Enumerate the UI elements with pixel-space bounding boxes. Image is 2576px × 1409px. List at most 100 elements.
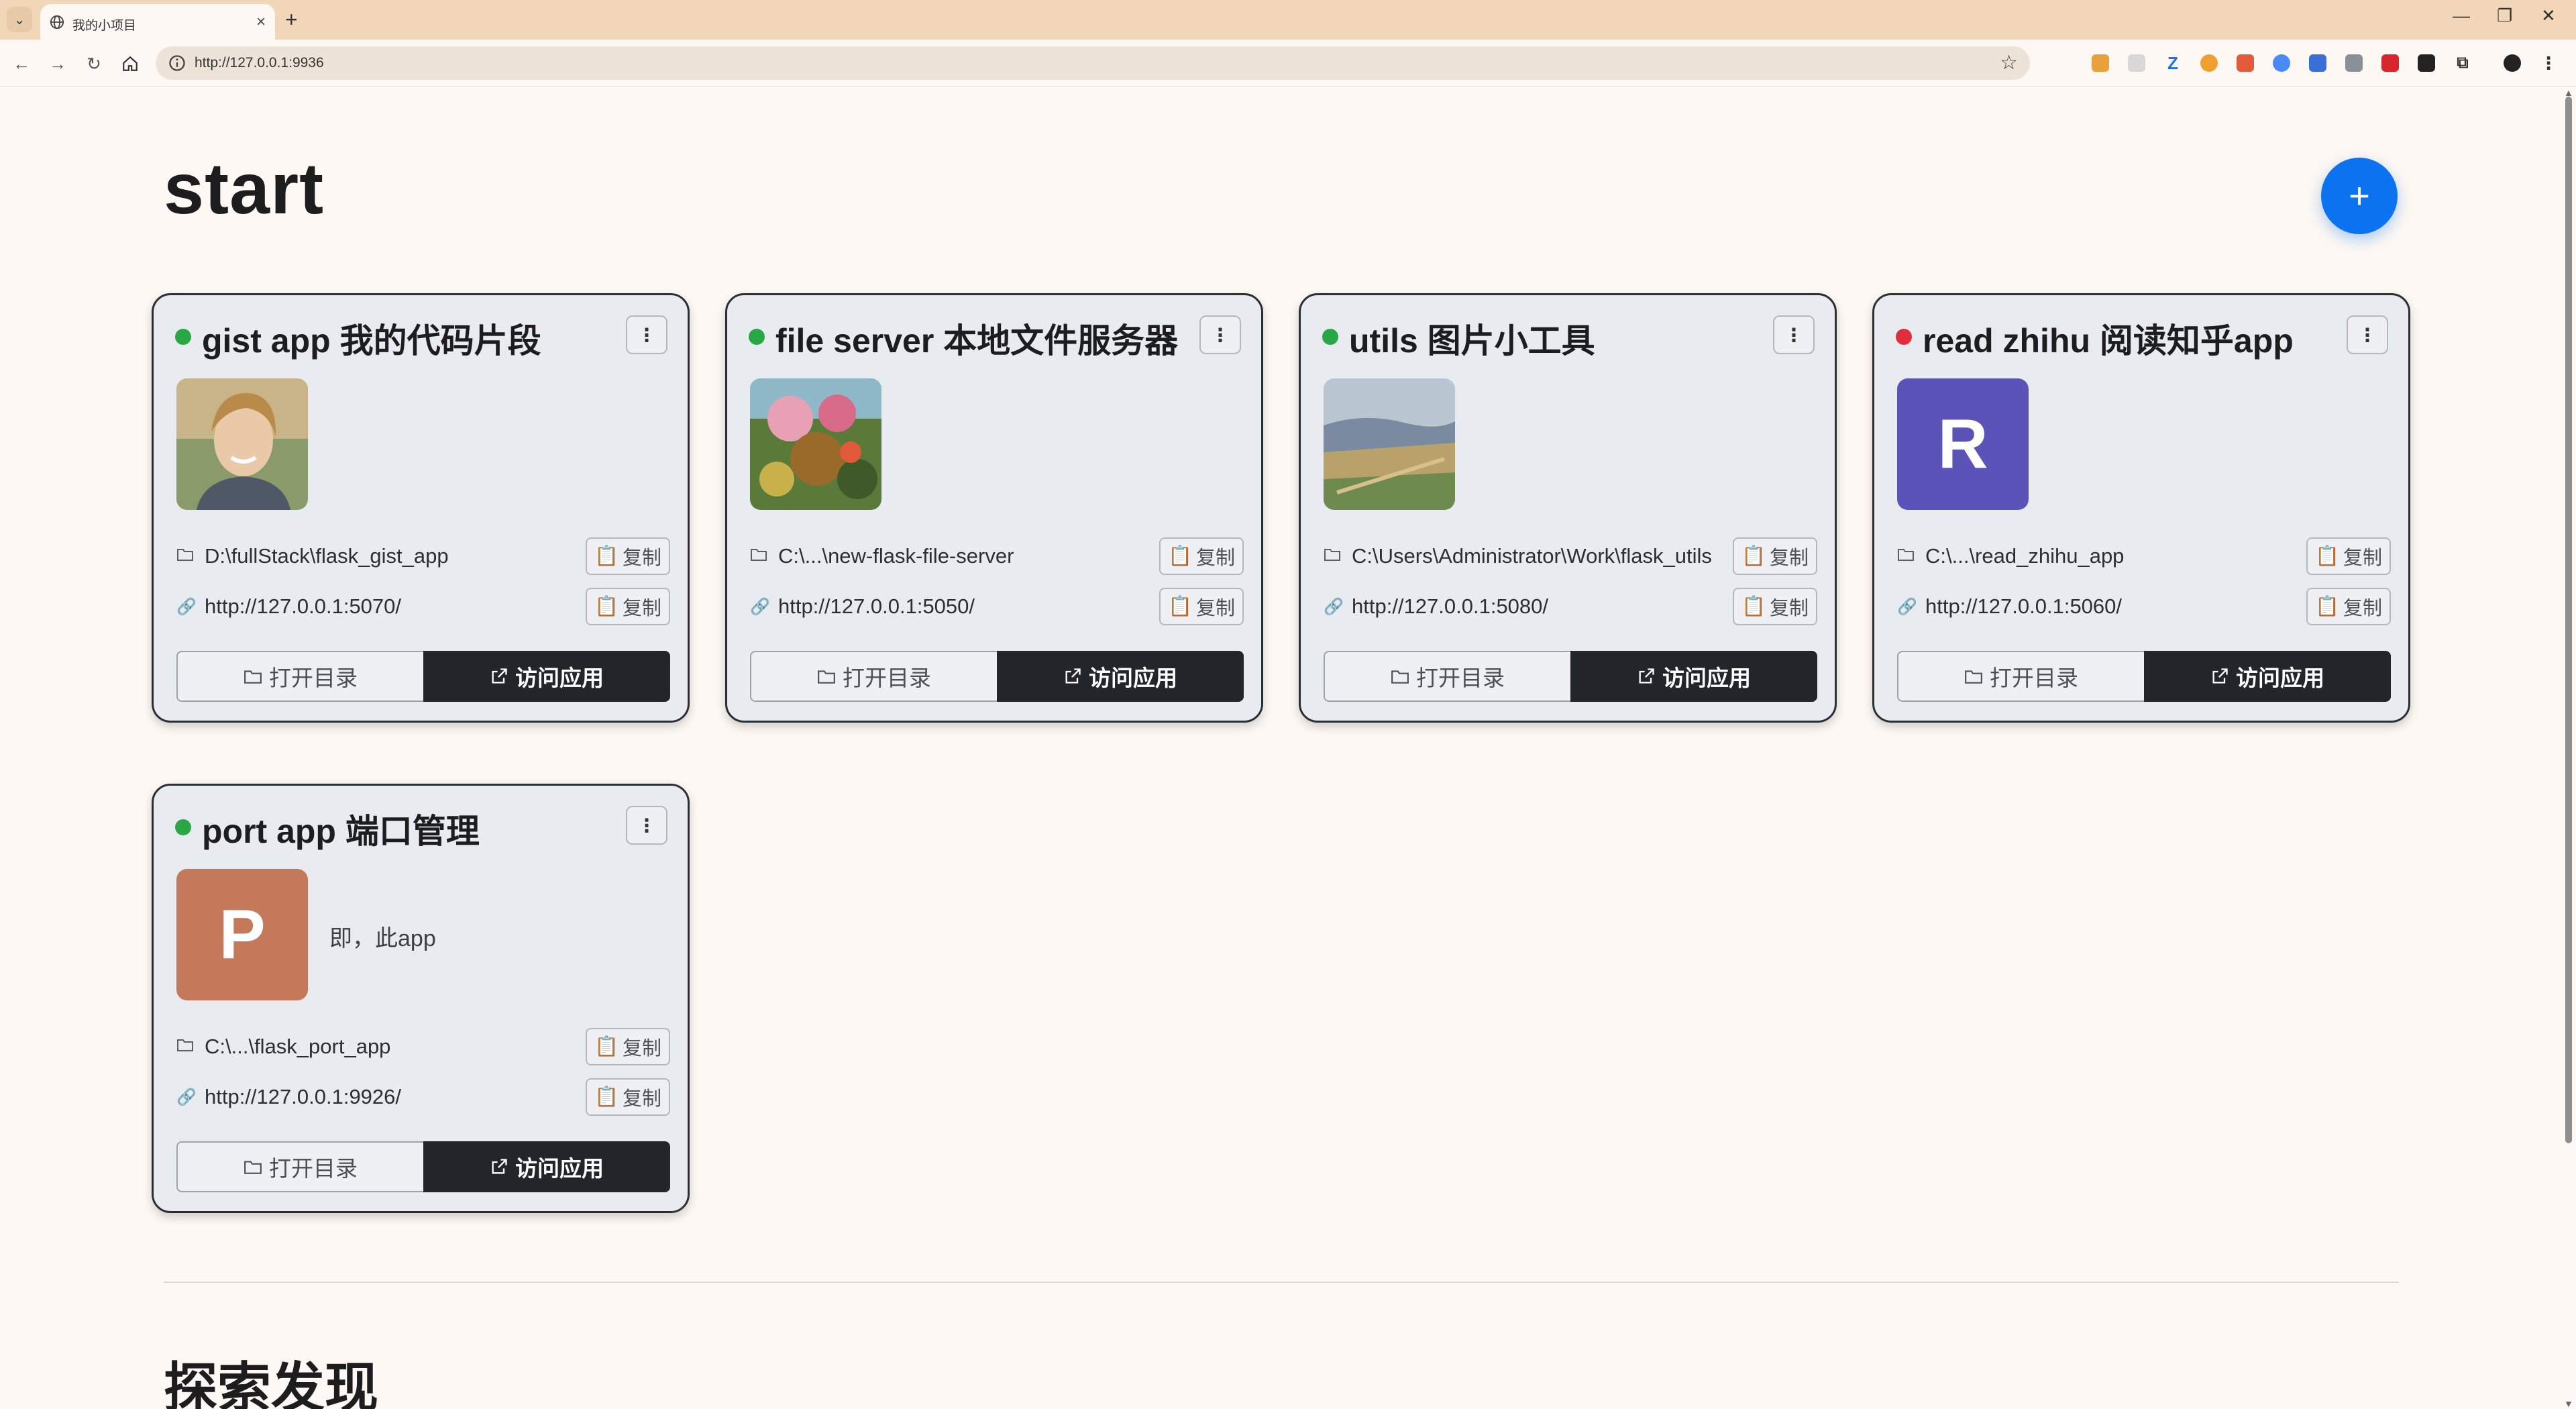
more-vertical-icon: ⋮ <box>2358 324 2377 346</box>
card-menu-button[interactable]: ⋮ <box>1199 315 1241 354</box>
visit-app-button[interactable]: 访问应用 <box>423 1141 670 1192</box>
copy-url-button[interactable]: 📋 复制 <box>586 588 670 625</box>
copy-path-button[interactable]: 📋 复制 <box>1733 537 1817 575</box>
visit-app-button[interactable]: 访问应用 <box>2144 651 2391 702</box>
copy-url-button[interactable]: 📋 复制 <box>2306 588 2391 625</box>
clipboard-icon: 📋 <box>2314 596 2340 617</box>
tab-close-icon[interactable]: × <box>256 13 266 32</box>
url-row: 🔗 http://127.0.0.1:9926/ 📋 复制 <box>176 1078 670 1116</box>
site-info-icon[interactable] <box>168 54 186 72</box>
section-title: 探索发现 <box>164 1358 378 1409</box>
browser-tab-bar: ⌄ 我的小项目 × + — ❐ ✕ <box>0 0 2576 40</box>
clipboard-icon: 📋 <box>594 1036 619 1057</box>
browser-tab[interactable]: 我的小项目 × <box>40 4 275 40</box>
scrollbar-thumb[interactable] <box>2565 97 2572 1143</box>
open-directory-button[interactable]: 打开目录 <box>176 651 423 702</box>
open-directory-button[interactable]: 打开目录 <box>176 1141 423 1192</box>
copy-path-button[interactable]: 📋 复制 <box>586 537 670 575</box>
extension-icon[interactable] <box>2128 54 2145 72</box>
copy-label: 复制 <box>1770 598 1809 619</box>
page-scrollbar[interactable]: ▲ ▼ <box>2561 87 2576 1409</box>
clipboard-icon: 📋 <box>594 596 619 617</box>
more-vertical-icon: ⋮ <box>637 324 656 346</box>
copy-path-button[interactable]: 📋 复制 <box>2306 537 2391 575</box>
app-title: port app 端口管理 <box>202 813 480 850</box>
copy-path-button[interactable]: 📋 复制 <box>1159 537 1244 575</box>
path-row: C:\...\flask_port_app 📋 复制 <box>176 1028 670 1065</box>
app-avatar: P <box>176 869 308 1000</box>
scroll-down-arrow-icon[interactable]: ▼ <box>2564 1398 2573 1409</box>
tab-list-button[interactable]: ⌄ <box>7 7 32 32</box>
extension-icon[interactable] <box>2237 54 2254 72</box>
visit-app-label: 访问应用 <box>1089 666 1177 690</box>
open-directory-button[interactable]: 打开目录 <box>750 651 997 702</box>
extension-icon[interactable] <box>2092 54 2109 72</box>
back-arrow-icon[interactable]: ← <box>8 50 35 77</box>
extension-icon[interactable] <box>2418 54 2435 72</box>
maximize-button[interactable]: ❐ <box>2497 5 2512 26</box>
address-bar[interactable]: http://127.0.0.1:9936 ☆ <box>156 46 2030 80</box>
app-card: utils 图片小工具 ⋮ C:\Users\Administrator\Work\… <box>1299 293 1837 723</box>
copy-path-button[interactable]: 📋 复制 <box>586 1028 670 1065</box>
card-actions: 打开目录 访问应用 <box>176 1141 670 1192</box>
status-indicator <box>175 329 191 345</box>
app-card: file server 本地文件服务器 ⋮ C:\...\new-flask-fil… <box>725 293 1263 723</box>
app-title: utils 图片小工具 <box>1349 322 1595 360</box>
forward-arrow-icon[interactable]: → <box>44 50 71 77</box>
card-menu-button[interactable]: ⋮ <box>2347 315 2388 354</box>
adblock-extension-icon[interactable] <box>2381 54 2399 72</box>
card-menu-button[interactable]: ⋮ <box>626 315 667 354</box>
add-app-button[interactable]: + <box>2321 158 2398 234</box>
url-row: 🔗 http://127.0.0.1:5070/ 📋 复制 <box>176 588 670 625</box>
bookmark-star-icon[interactable]: ☆ <box>2000 51 2018 74</box>
translate-extension-icon[interactable] <box>2309 54 2326 72</box>
copy-label: 复制 <box>2343 598 2383 619</box>
open-directory-button[interactable]: 打开目录 <box>1897 651 2144 702</box>
copy-label: 复制 <box>623 1088 662 1110</box>
minimize-button[interactable]: — <box>2453 5 2470 26</box>
visit-app-button[interactable]: 访问应用 <box>423 651 670 702</box>
app-path: C:\...\read_zhihu_app <box>1925 544 2125 568</box>
card-menu-button[interactable]: ⋮ <box>1773 315 1815 354</box>
visit-app-button[interactable]: 访问应用 <box>1570 651 1817 702</box>
extensions-puzzle-icon[interactable]: ⧉ <box>2454 54 2471 72</box>
browser-menu-icon[interactable]: ⋮ <box>2540 53 2557 73</box>
visit-app-label: 访问应用 <box>1662 666 1751 690</box>
visit-app-label: 访问应用 <box>515 666 604 690</box>
card-menu-button[interactable]: ⋮ <box>626 806 667 845</box>
link-icon: 🔗 <box>176 598 197 616</box>
clipboard-icon: 📋 <box>2314 545 2340 567</box>
open-directory-label: 打开目录 <box>269 666 358 690</box>
zotero-extension-icon[interactable]: Z <box>2164 53 2182 73</box>
visit-app-button[interactable]: 访问应用 <box>997 651 1244 702</box>
profile-avatar[interactable] <box>2504 54 2521 72</box>
app-card: gist app 我的代码片段 ⋮ D:\fullStack\flask_gist_… <box>152 293 690 723</box>
extension-icon[interactable] <box>2200 54 2218 72</box>
extension-icon[interactable] <box>2273 54 2290 72</box>
open-directory-button[interactable]: 打开目录 <box>1324 651 1570 702</box>
app-thumbnail-image <box>1324 378 1455 510</box>
url-row: 🔗 http://127.0.0.1:5060/ 📋 复制 <box>1897 588 2391 625</box>
copy-url-button[interactable]: 📋 复制 <box>1733 588 1817 625</box>
folder-icon <box>176 547 194 566</box>
more-vertical-icon: ⋮ <box>1211 324 1230 346</box>
folder-icon <box>176 1037 194 1057</box>
new-tab-button[interactable]: + <box>285 7 298 32</box>
folder-icon <box>818 670 835 684</box>
open-directory-label: 打开目录 <box>1990 666 2078 690</box>
reload-icon[interactable]: ↻ <box>80 50 107 77</box>
address-url: http://127.0.0.1:9936 <box>195 55 324 70</box>
url-row: 🔗 http://127.0.0.1:5050/ 📋 复制 <box>750 588 1244 625</box>
home-icon[interactable] <box>117 50 144 77</box>
copy-url-button[interactable]: 📋 复制 <box>586 1078 670 1116</box>
link-icon: 🔗 <box>1324 598 1344 616</box>
open-directory-label: 打开目录 <box>269 1156 358 1181</box>
copy-url-button[interactable]: 📋 复制 <box>1159 588 1244 625</box>
external-link-icon <box>492 1159 507 1174</box>
folder-icon <box>1965 670 1982 684</box>
close-window-button[interactable]: ✕ <box>2541 5 2556 26</box>
clipboard-icon: 📋 <box>1741 545 1766 567</box>
folder-icon <box>244 1161 262 1174</box>
shield-extension-icon[interactable] <box>2345 54 2363 72</box>
card-actions: 打开目录 访问应用 <box>1897 651 2391 702</box>
